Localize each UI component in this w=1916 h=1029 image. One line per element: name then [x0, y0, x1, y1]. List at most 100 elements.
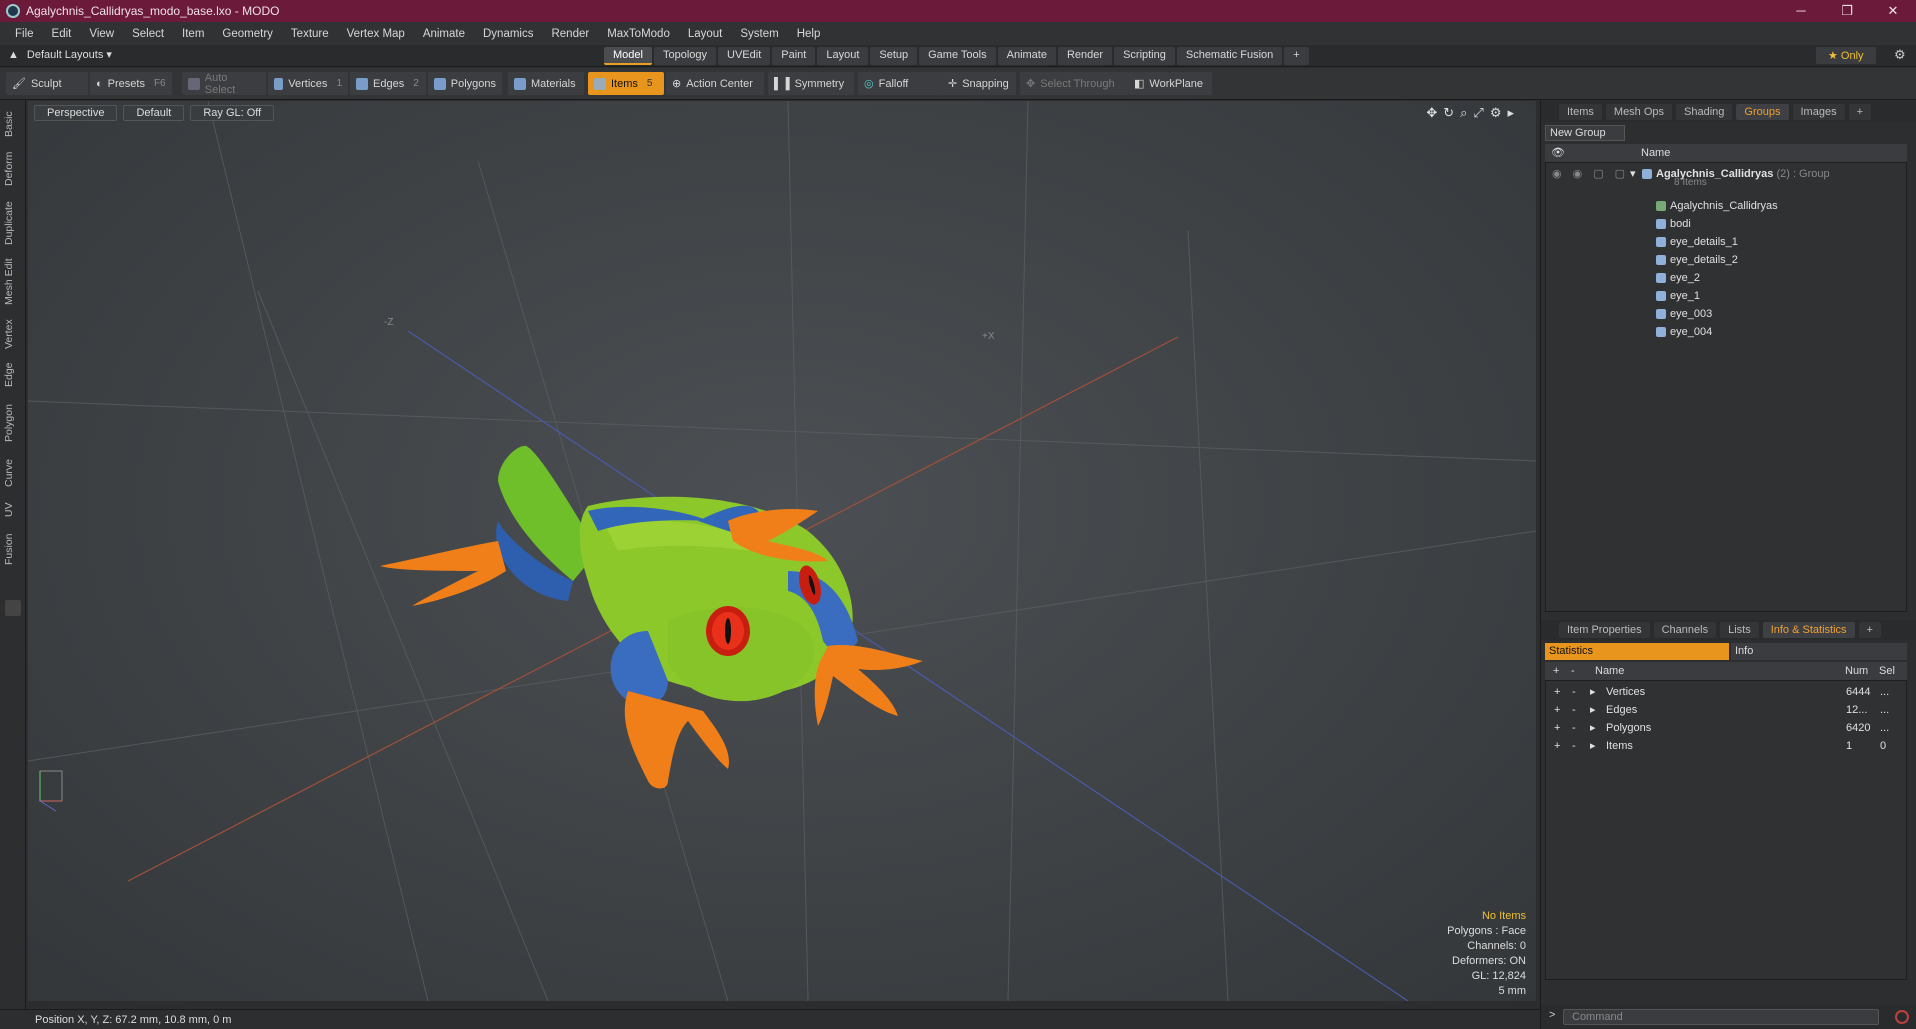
- add-icon[interactable]: +: [1554, 737, 1560, 755]
- table-row[interactable]: + - ▸ Vertices 6444 ...: [1546, 683, 1908, 701]
- tab-setup[interactable]: Setup: [870, 47, 918, 65]
- tab-items[interactable]: Items: [1559, 104, 1602, 120]
- items-button[interactable]: Items 5: [588, 72, 664, 95]
- remove-icon[interactable]: -: [1572, 719, 1576, 737]
- menu-texture[interactable]: Texture: [282, 28, 338, 40]
- vtab-uv[interactable]: UV: [3, 498, 23, 522]
- snapping-button[interactable]: ✛ Snapping: [942, 72, 1016, 95]
- list-item[interactable]: eye_003: [1546, 305, 1908, 323]
- menu-vertex-map[interactable]: Vertex Map: [338, 28, 414, 40]
- viewport-menu-icon[interactable]: ▸: [1507, 105, 1520, 120]
- vtab-basic[interactable]: Basic: [3, 106, 23, 142]
- new-group-button[interactable]: New Group: [1545, 125, 1625, 141]
- remove-icon[interactable]: -: [1572, 683, 1576, 701]
- tab-render[interactable]: Render: [1057, 47, 1113, 65]
- menu-system[interactable]: System: [731, 28, 787, 40]
- action-center-button[interactable]: ⊕ Action Center: [666, 72, 764, 95]
- vtab-fusion[interactable]: Fusion: [3, 528, 23, 570]
- tab-groups[interactable]: Groups: [1736, 104, 1789, 120]
- group-row[interactable]: ◉◉▢▢ ▾ Agalychnis_Callidryas (2) : Group…: [1546, 165, 1908, 188]
- menu-select[interactable]: Select: [123, 28, 173, 40]
- tab-game-tools[interactable]: Game Tools: [919, 47, 996, 65]
- statistics-tab[interactable]: Statistics: [1545, 643, 1729, 660]
- menu-animate[interactable]: Animate: [414, 28, 474, 40]
- tab-topology[interactable]: Topology: [653, 47, 717, 65]
- menu-maxtomodo[interactable]: MaxToModo: [598, 28, 679, 40]
- view-mode-dropdown[interactable]: Perspective: [34, 105, 118, 121]
- list-item[interactable]: eye_2: [1546, 269, 1908, 287]
- falloff-button[interactable]: ◎ Falloff: [858, 72, 942, 95]
- menu-layout[interactable]: Layout: [679, 28, 732, 40]
- list-item[interactable]: bodi: [1546, 215, 1908, 233]
- tab-images[interactable]: Images: [1792, 104, 1845, 120]
- select-through-button[interactable]: ✥ Select Through: [1020, 72, 1128, 95]
- menu-help[interactable]: Help: [788, 28, 830, 40]
- expand-row-icon[interactable]: ▸: [1590, 737, 1596, 755]
- menu-file[interactable]: File: [6, 28, 43, 40]
- vertices-button[interactable]: Vertices 1: [268, 72, 348, 95]
- table-row[interactable]: + - ▸ Items 1 0: [1546, 737, 1908, 755]
- vtab-edge[interactable]: Edge: [3, 358, 23, 392]
- menu-render[interactable]: Render: [542, 28, 598, 40]
- vtab-mesh-edit[interactable]: Mesh Edit: [3, 256, 23, 308]
- polygons-button[interactable]: Polygons: [428, 72, 502, 95]
- add-bottom-tab-button[interactable]: +: [1858, 622, 1881, 638]
- tab-uvedit[interactable]: UVEdit: [718, 47, 771, 65]
- workplane-button[interactable]: ◧ WorkPlane: [1128, 72, 1212, 95]
- menu-dynamics[interactable]: Dynamics: [474, 28, 542, 40]
- remove-icon[interactable]: -: [1572, 701, 1576, 719]
- zoom-view-icon[interactable]: ⌕: [1460, 105, 1473, 120]
- menu-edit[interactable]: Edit: [43, 28, 81, 40]
- list-item[interactable]: eye_004: [1546, 323, 1908, 341]
- group-visibility-icons[interactable]: ◉◉▢▢: [1552, 165, 1636, 183]
- menu-view[interactable]: View: [80, 28, 123, 40]
- expand-row-icon[interactable]: ▸: [1590, 719, 1596, 737]
- vtab-duplicate[interactable]: Duplicate: [3, 196, 23, 250]
- tab-item-properties[interactable]: Item Properties: [1559, 622, 1650, 638]
- tab-paint[interactable]: Paint: [772, 47, 816, 65]
- list-item[interactable]: Agalychnis_Callidryas: [1546, 197, 1908, 215]
- tab-mesh-ops[interactable]: Mesh Ops: [1605, 104, 1673, 120]
- only-toggle[interactable]: ★ Only: [1816, 47, 1876, 64]
- tab-animate[interactable]: Animate: [997, 47, 1056, 65]
- rotate-view-icon[interactable]: ↻: [1443, 105, 1460, 120]
- tab-info-statistics[interactable]: Info & Statistics: [1762, 622, 1855, 638]
- maximize-view-icon[interactable]: ⤢: [1473, 105, 1489, 120]
- record-macro-icon[interactable]: [1895, 1010, 1909, 1024]
- frog-model[interactable]: [380, 445, 923, 789]
- tab-shading[interactable]: Shading: [1676, 104, 1733, 120]
- table-row[interactable]: + - ▸ Polygons 6420 ...: [1546, 719, 1908, 737]
- menu-item[interactable]: Item: [173, 28, 213, 40]
- menu-geometry[interactable]: Geometry: [213, 28, 282, 40]
- expand-row-icon[interactable]: ▸: [1590, 701, 1596, 719]
- layouts-dropdown[interactable]: ▲ Default Layouts ▾: [8, 48, 112, 62]
- expand-row-icon[interactable]: ▸: [1590, 683, 1596, 701]
- add-tab-button[interactable]: +: [1284, 47, 1309, 65]
- tab-channels[interactable]: Channels: [1653, 622, 1717, 638]
- move-view-icon[interactable]: ✥: [1426, 105, 1443, 120]
- sculpt-button[interactable]: 🖌 Sculpt: [6, 72, 88, 95]
- 3d-viewport[interactable]: -Z +X Perspective Default Ray GL: Off ✥↻…: [28, 101, 1536, 1001]
- tab-lists[interactable]: Lists: [1720, 622, 1759, 638]
- group-expand-icon[interactable]: ▾: [1630, 165, 1636, 183]
- list-item[interactable]: eye_1: [1546, 287, 1908, 305]
- tab-schematic-fusion[interactable]: Schematic Fusion: [1176, 47, 1283, 65]
- edges-button[interactable]: Edges 2: [350, 72, 426, 95]
- table-row[interactable]: + - ▸ Edges 12... ...: [1546, 701, 1908, 719]
- list-item[interactable]: eye_details_2: [1546, 251, 1908, 269]
- presets-button[interactable]: ◐ Presets F6: [90, 72, 172, 95]
- command-input[interactable]: Command: [1563, 1009, 1879, 1025]
- materials-button[interactable]: Materials: [508, 72, 584, 95]
- maximize-button[interactable]: ❐: [1824, 0, 1870, 22]
- collapse-all-icon[interactable]: -: [1571, 662, 1575, 680]
- add-panel-tab-button[interactable]: +: [1848, 104, 1872, 120]
- remove-icon[interactable]: -: [1572, 737, 1576, 755]
- tab-scripting[interactable]: Scripting: [1114, 47, 1175, 65]
- vtab-polygon[interactable]: Polygon: [3, 398, 23, 448]
- panel-toggle-button[interactable]: [5, 600, 21, 616]
- add-icon[interactable]: +: [1554, 683, 1560, 701]
- info-tab[interactable]: Info: [1731, 643, 1907, 660]
- symmetry-button[interactable]: ▌▐ Symmetry: [768, 72, 854, 95]
- vtab-curve[interactable]: Curve: [3, 454, 23, 492]
- settings-gear-icon[interactable]: ⚙: [1894, 47, 1906, 63]
